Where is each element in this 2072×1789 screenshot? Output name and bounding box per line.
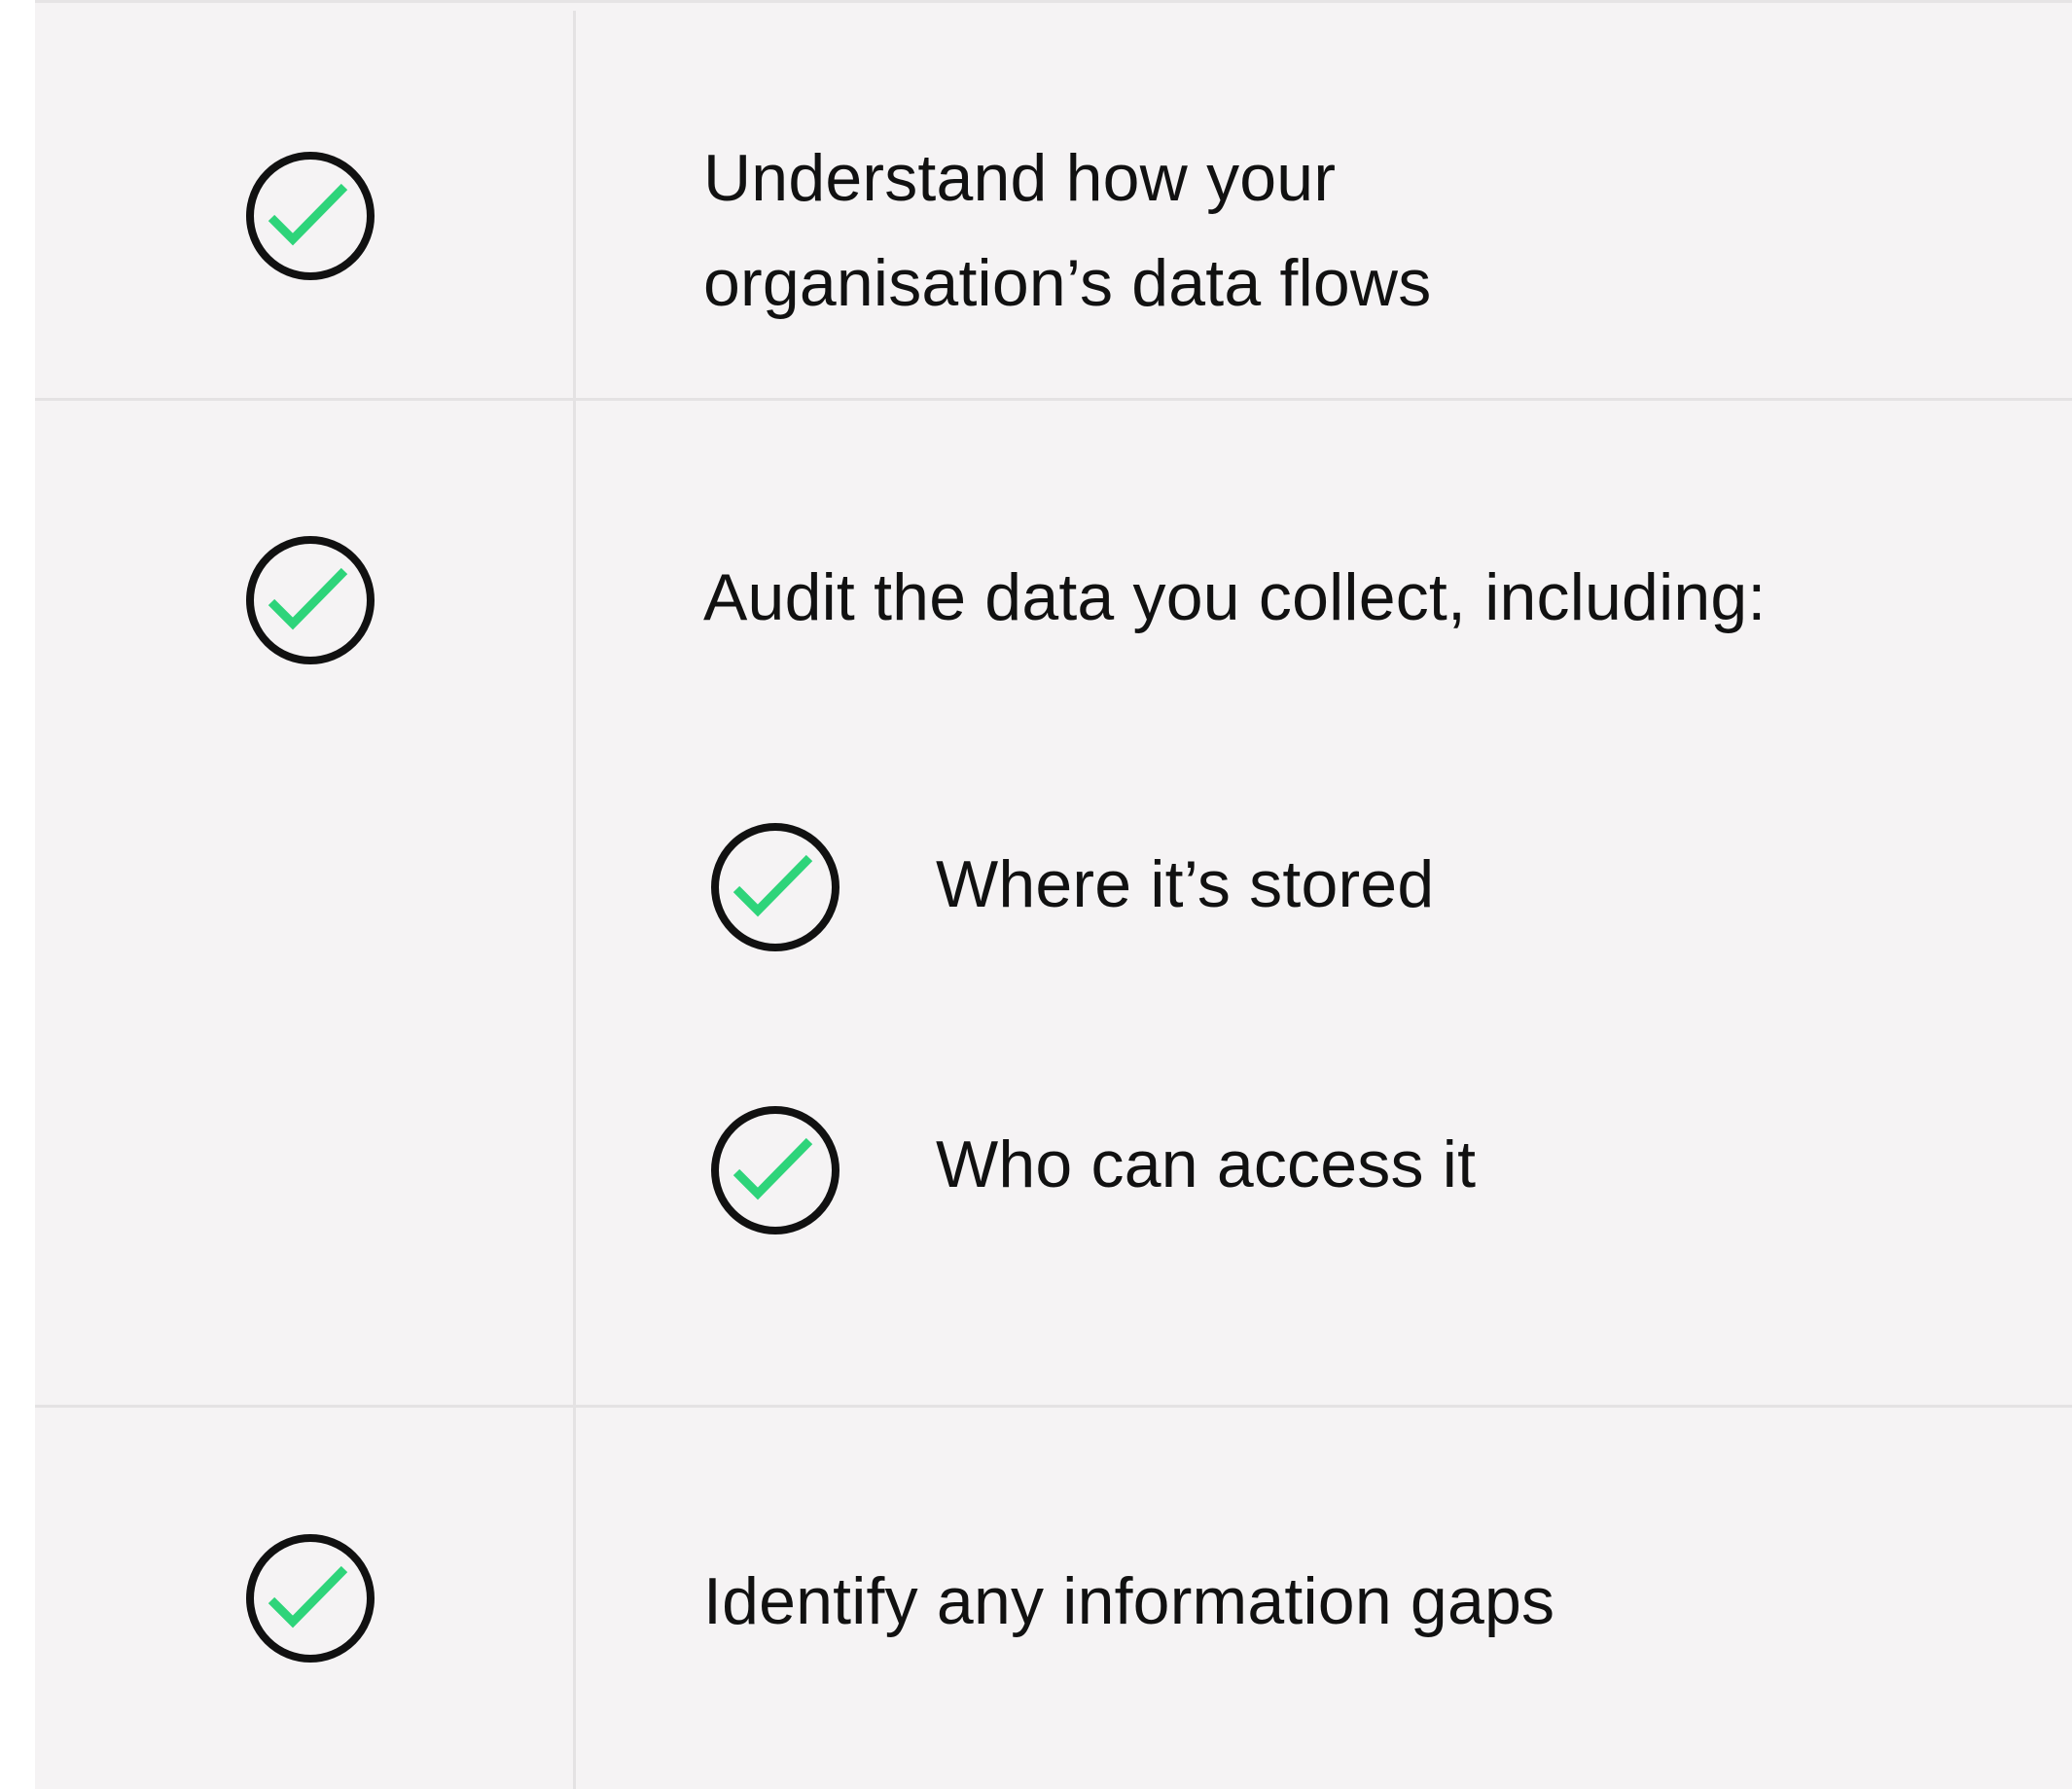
checklist-row: Audit the data you collect, including: W…: [35, 401, 2072, 1408]
checklist-item-line: organisation’s data flows: [703, 246, 1432, 320]
checklist-item-label: Understand how your organisation’s data …: [703, 125, 1431, 336]
sub-item-label: Who can access it: [936, 1127, 1477, 1201]
checklist-item-label: Identify any information gaps: [703, 1564, 1555, 1638]
check-circle-icon: [244, 1532, 376, 1664]
check-circle-icon: [709, 1104, 841, 1236]
check-circle-icon: [244, 534, 376, 666]
checklist-table: Understand how your organisation’s data …: [35, 0, 2072, 1789]
checklist-row: Understand how your organisation’s data …: [35, 11, 2072, 401]
check-circle-icon: [709, 821, 841, 953]
sub-item-label: Where it’s stored: [936, 847, 1435, 921]
checklist-item-label: Audit the data you collect, including:: [703, 560, 1767, 634]
checklist-row: Identify any information gaps: [35, 1408, 2072, 1789]
checklist-item-line: Understand how your: [703, 141, 1337, 215]
check-circle-icon: [244, 150, 376, 282]
